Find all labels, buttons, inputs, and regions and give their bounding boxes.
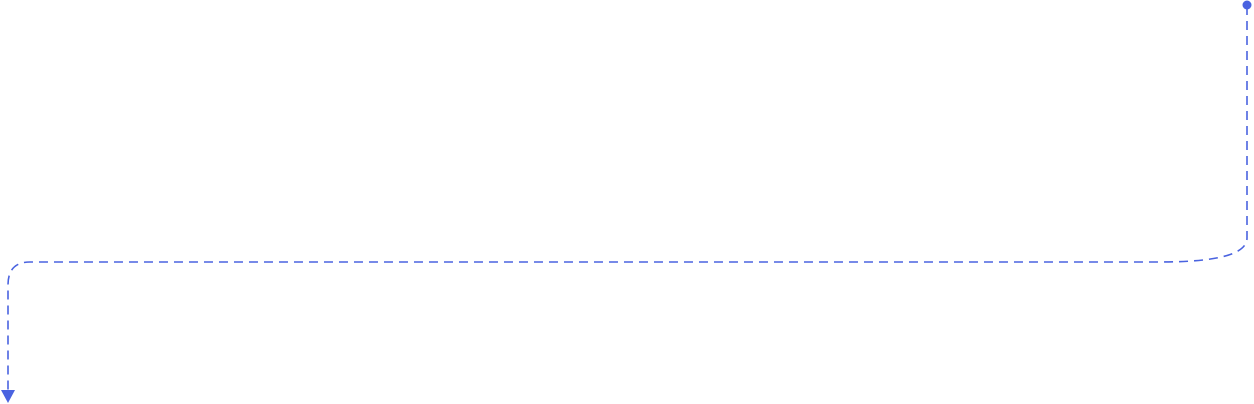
connector-start-dot[interactable] xyxy=(1242,0,1252,10)
connector-diagram xyxy=(1,0,1252,403)
dashed-connector-line[interactable] xyxy=(7,6,1248,390)
diagram-canvas xyxy=(0,0,1254,404)
connector-end-arrowhead-icon[interactable] xyxy=(1,390,15,403)
